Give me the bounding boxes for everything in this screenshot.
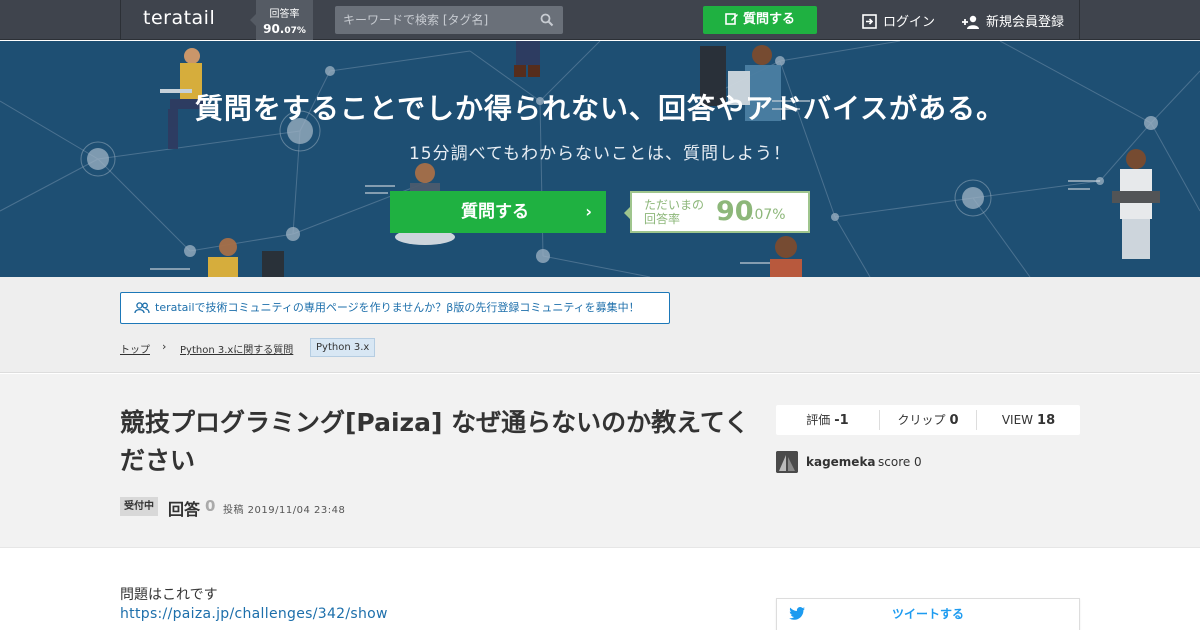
person-illustration-4 [1112,149,1160,259]
tweet-label: ツイートする [891,607,964,621]
chevron-right-icon: › [585,202,592,221]
search-icon[interactable] [540,13,554,27]
hero-subheadline: 15分調べてもわからないことは、質問しよう！ [408,144,792,164]
username[interactable]: kagemeka [806,455,876,469]
person-illustration-6 [770,236,802,277]
breadcrumb-top[interactable]: トップ [120,341,150,356]
posted-date: 投稿 2019/11/04 23:48 [223,505,346,516]
signup-link[interactable]: 新規会員登録 [962,11,1064,30]
status-badge: 受付中 [120,497,158,516]
avatar-image [776,451,798,473]
user-score: score 0 [878,455,922,469]
hero-ask-label: 質問する [461,202,529,222]
question-body-link[interactable]: https://paiza.jp/challenges/342/show [120,606,388,622]
answer-rate-badge: 回答率 90.07% [250,0,313,40]
answer-rate-label: 回答率 [269,9,300,20]
hero-banner: 質問をすることでしか得られない、回答やアドバイスがある。 15分調べてもわからな… [0,41,1200,277]
answer-rate-value: 90.07% [263,22,306,36]
community-notice-banner[interactable]: teratailで技術コミュニティの専用ページを作りませんか？β版の先行登録コミ… [120,292,670,324]
hero-answer-rate: ただいまの回答率 90 .07% [624,191,810,233]
question-title: 競技プログラミング[Paiza] なぜ通らないのか教えてください [120,408,750,475]
nav-divider [120,0,121,40]
community-notice-text: teratailで技術コミュニティの専用ページを作りませんか？β版の先行登録コミ… [155,301,640,314]
login-label: ログイン [883,15,936,30]
breadcrumb-category[interactable]: Python 3.xに関する質問 [180,341,293,356]
question-stats: 評価 -1 クリップ 0 VIEW 18 [776,405,1080,435]
search-input[interactable] [335,6,535,34]
hero-answer-rate-dec: .07% [750,207,786,223]
users-icon [134,302,150,314]
ask-question-label: 質問する [742,12,795,27]
answer-count: 0 [205,497,216,515]
hero-answer-rate-label: ただいまの回答率 [644,198,705,226]
question-header: 競技プログラミング[Paiza] なぜ通らないのか教えてください 受付中 回答 … [0,374,1200,548]
login-link[interactable]: ログイン [862,11,935,30]
ask-question-button[interactable]: 質問する [703,6,817,34]
person-illustration-5 [208,238,284,277]
search-box [335,6,563,34]
login-icon [862,14,877,29]
teratail-logo[interactable]: teratail [143,7,215,29]
hero-headline: 質問をすることでしか得られない、回答やアドバイスがある。 [194,92,1006,125]
view-stat: VIEW 18 [1001,413,1056,428]
nav-divider [1079,0,1080,40]
answer-count-label: 回答 [168,500,201,519]
signup-label: 新規会員登録 [986,15,1065,30]
top-nav-bar: teratail 回答率 90.07% 質問する ログイン 新規会員登録 [0,0,1200,40]
clip-stat[interactable]: クリップ 0 [880,405,976,435]
question-body-text: 問題はこれです [120,587,218,603]
breadcrumb-separator: › [162,340,167,353]
notice-section: teratailで技術コミュニティの専用ページを作りませんか？β版の先行登録コミ… [0,277,1200,373]
rating-stat: 評価 -1 [806,413,849,428]
breadcrumb-tag[interactable]: Python 3.x [310,338,376,357]
hero-ask-question-button[interactable]: 質問する › [390,191,606,233]
hero-answer-rate-int: 90 [716,196,754,227]
person-illustration-7 [514,41,540,77]
twitter-icon [789,607,805,620]
edit-icon [725,13,738,25]
avatar[interactable] [776,451,798,473]
tweet-button[interactable]: ツイートする [776,598,1080,630]
add-user-icon [962,15,979,29]
